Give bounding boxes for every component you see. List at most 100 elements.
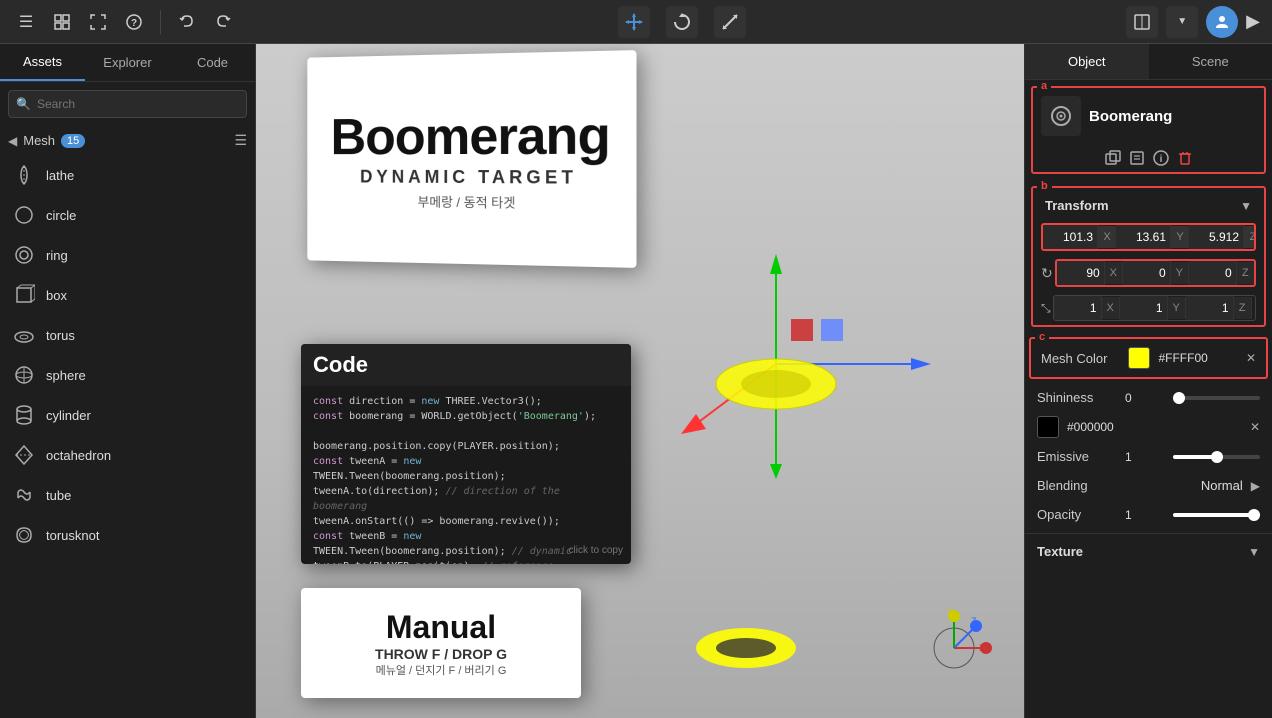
list-item[interactable]: lathe — [0, 155, 255, 195]
list-item[interactable]: octahedron — [0, 435, 255, 475]
section-badge: 15 — [61, 134, 85, 148]
torus-icon — [12, 323, 36, 347]
layout-dropdown-button[interactable]: ▼ — [1166, 6, 1198, 38]
list-item[interactable]: torus — [0, 315, 255, 355]
lathe-icon — [12, 163, 36, 187]
scale-icon — [721, 13, 739, 31]
list-item[interactable]: cylinder — [0, 395, 255, 435]
position-z-input[interactable] — [1189, 225, 1244, 249]
emissive-label: Emissive — [1037, 449, 1117, 464]
position-z-label: Z — [1244, 226, 1256, 248]
info-icon: i — [1153, 150, 1169, 166]
tab-explorer[interactable]: Explorer — [85, 44, 170, 81]
emissive-color-value: #000000 — [1067, 420, 1242, 434]
sphere-label: sphere — [46, 368, 86, 383]
list-item[interactable]: circle — [0, 195, 255, 235]
move-tool-button[interactable] — [618, 6, 650, 38]
layout-toggle-button[interactable] — [1126, 6, 1158, 38]
tab-assets[interactable]: Assets — [0, 44, 85, 81]
move-icon — [625, 13, 643, 31]
tab-object[interactable]: Object — [1025, 44, 1149, 79]
search-input[interactable] — [8, 90, 247, 118]
texture-header[interactable]: Texture ▼ — [1025, 534, 1272, 565]
code-line: tweenA.onStart(() => boomerang.revive())… — [313, 514, 619, 529]
mesh-color-value: #FFFF00 — [1158, 351, 1237, 365]
info-button[interactable]: i — [1151, 148, 1171, 168]
cylinder-icon — [12, 403, 36, 427]
rotation-x-label: X — [1105, 262, 1123, 284]
rotation-y-label: Y — [1171, 262, 1189, 284]
rotation-z-input[interactable] — [1189, 261, 1237, 285]
redo-button[interactable] — [209, 8, 237, 36]
play-button[interactable]: ▶ — [1246, 11, 1260, 32]
list-item[interactable]: tube — [0, 475, 255, 515]
blending-row[interactable]: Blending Normal ▶ — [1025, 471, 1272, 500]
scale-x-input[interactable] — [1054, 296, 1102, 320]
section-a-label: a — [1037, 80, 1051, 92]
position-x-input[interactable] — [1043, 225, 1098, 249]
sphere-icon — [12, 363, 36, 387]
emissive-clear-button[interactable]: ✕ — [1250, 420, 1260, 434]
chevron-down-icon: ▼ — [1177, 16, 1187, 27]
scale-inputs: X Y Z — [1053, 295, 1256, 321]
rotate-tool-button[interactable] — [666, 6, 698, 38]
duplicate-button[interactable] — [1103, 148, 1123, 168]
delete-button[interactable] — [1175, 148, 1195, 168]
blending-label: Blending — [1037, 478, 1193, 493]
layout-button[interactable] — [48, 8, 76, 36]
rotation-y-input[interactable] — [1123, 261, 1171, 285]
position-inputs: X Y Z — [1041, 223, 1256, 251]
copy-button[interactable] — [1127, 148, 1147, 168]
transform-header[interactable]: Transform ▼ — [1033, 188, 1264, 219]
mesh-section-toggle[interactable]: ◀ Mesh 15 — [8, 133, 85, 148]
tab-scene[interactable]: Scene — [1149, 44, 1272, 79]
circle-label: circle — [46, 208, 76, 223]
copy-button[interactable]: click to copy — [569, 545, 623, 556]
rotation-row: ↻ X Y Z — [1033, 255, 1264, 291]
svg-text:Y: Y — [947, 608, 953, 617]
toolbar-center — [245, 6, 1118, 38]
list-item[interactable]: ring — [0, 235, 255, 275]
color-clear-button[interactable]: ✕ — [1246, 351, 1256, 365]
texture-chevron: ▼ — [1248, 545, 1260, 559]
opacity-slider[interactable] — [1173, 513, 1260, 517]
mesh-list: lathe circle ring box — [0, 155, 255, 718]
tube-icon — [12, 483, 36, 507]
scale-y-input[interactable] — [1120, 296, 1168, 320]
object-header — [1033, 88, 1264, 144]
floor-torus — [686, 618, 806, 668]
scale-tool-button[interactable] — [714, 6, 746, 38]
list-view-icon[interactable]: ☰ — [234, 132, 247, 149]
scale-z-input[interactable] — [1186, 296, 1234, 320]
mesh-color-label: Mesh Color — [1041, 351, 1120, 366]
position-y-input[interactable] — [1116, 225, 1171, 249]
mesh-color-swatch[interactable] — [1128, 347, 1150, 369]
tab-code[interactable]: Code — [170, 44, 255, 81]
manual-panel: Manual THROW F / DROP G 메뉴얼 / 던지기 F / 버리… — [301, 588, 581, 698]
help-button[interactable]: ? — [120, 8, 148, 36]
box-label: box — [46, 288, 67, 303]
texture-section: Texture ▼ — [1025, 533, 1272, 565]
emissive-swatch[interactable] — [1037, 416, 1059, 438]
list-item[interactable]: box — [0, 275, 255, 315]
menu-button[interactable]: ☰ — [12, 8, 40, 36]
list-item[interactable]: torusknot — [0, 515, 255, 555]
code-line — [313, 424, 619, 439]
emissive-slider[interactable] — [1173, 455, 1260, 459]
svg-text:Z: Z — [971, 616, 977, 626]
emissive-row: Emissive 1 — [1025, 442, 1272, 471]
rotation-x-input[interactable] — [1057, 261, 1105, 285]
undo-button[interactable] — [173, 8, 201, 36]
rotate-icon — [673, 13, 691, 31]
fullscreen-button[interactable] — [84, 8, 112, 36]
scale-z-label: Z — [1234, 297, 1252, 319]
shininess-slider[interactable] — [1173, 396, 1260, 400]
viewport-canvas[interactable]: Boomerang DYNAMIC TARGET 부메랑 / 동적 타겟 Cod… — [256, 44, 1024, 718]
sidebar-tabs: Assets Explorer Code — [0, 44, 255, 82]
profile-button[interactable] — [1206, 6, 1238, 38]
list-item[interactable]: sphere — [0, 355, 255, 395]
ring-icon — [12, 243, 36, 267]
fullscreen-icon — [90, 14, 106, 30]
object-name-input[interactable] — [1089, 108, 1272, 125]
position-y-label: Y — [1171, 226, 1189, 248]
